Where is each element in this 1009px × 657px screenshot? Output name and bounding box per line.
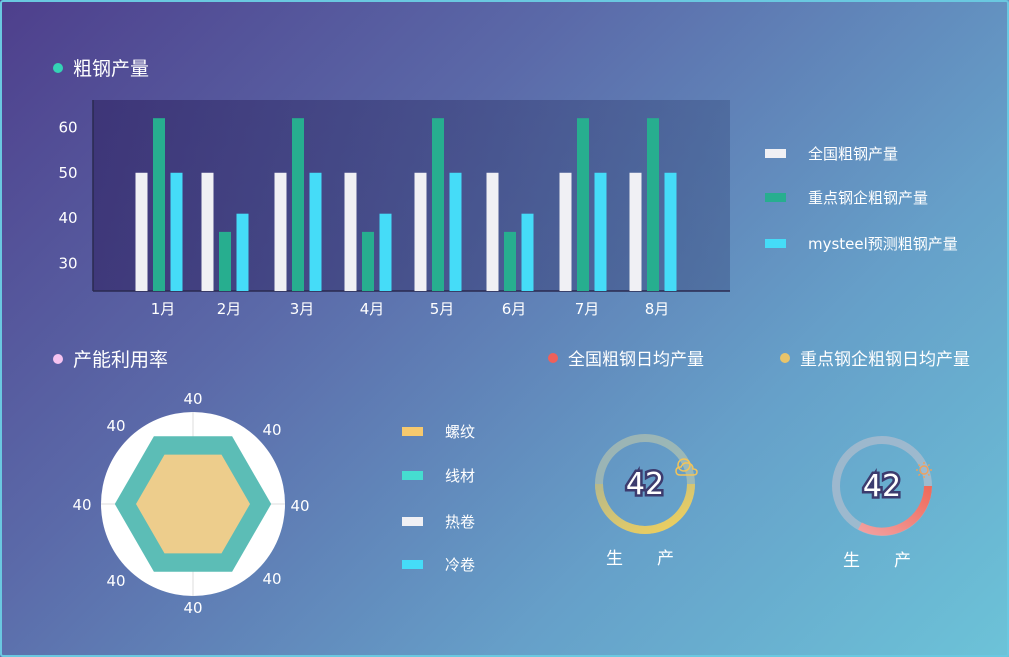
legend-swatch [765, 239, 786, 248]
bar-2 [504, 231, 516, 291]
title-dot-icon [780, 352, 790, 363]
bar-1 [135, 172, 148, 291]
legend-label: 全国粗钢产量 [808, 145, 899, 163]
radar-axis-label: 40 [72, 496, 91, 514]
gauge-2: 42 [832, 436, 932, 536]
x-tick-label: 6月 [502, 300, 527, 318]
legend-swatch [765, 193, 786, 202]
partly-cloudy-icon [675, 458, 698, 476]
gauge-1-value: 42 [626, 467, 664, 502]
bar-2 [362, 231, 374, 291]
bar-legend-item[interactable]: 全国粗钢产量 [765, 143, 898, 164]
radar-legend-item[interactable]: 热卷 [402, 511, 475, 532]
y-tick-label: 40 [58, 209, 77, 227]
bar-1 [629, 172, 642, 291]
bar-1 [274, 172, 287, 291]
bar-3 [236, 213, 249, 291]
bar-1 [201, 172, 214, 291]
gauge-2-arc [858, 485, 932, 536]
bar-2 [577, 118, 589, 291]
legend-label: 冷卷 [445, 556, 476, 574]
bar-2 [292, 118, 304, 291]
gauge-1-arc [595, 483, 695, 534]
x-tick-label: 4月 [360, 300, 385, 318]
gauge-1: 42 [595, 434, 698, 534]
radar-legend-item[interactable]: 冷卷 [402, 554, 475, 575]
radar-legend-item[interactable]: 螺纹 [402, 421, 475, 442]
gauge-1-title: 全国粗钢日均产量 [548, 345, 704, 370]
radar-axis-label: 40 [262, 421, 281, 439]
gauge-1-track [595, 434, 695, 534]
legend-swatch [765, 149, 786, 158]
bar-2 [432, 118, 444, 291]
legend-label: mysteel预测粗钢产量 [808, 235, 958, 253]
bar-3 [594, 172, 607, 291]
bar-legend-item[interactable]: mysteel预测粗钢产量 [765, 233, 958, 254]
gauge-1-label: 生产 [606, 549, 708, 569]
legend-swatch [402, 517, 423, 526]
bar-3 [449, 172, 462, 291]
y-tick-label: 50 [58, 164, 77, 182]
gauge-2-track [832, 436, 932, 536]
gauge-2-value: 42 [863, 469, 901, 504]
legend-label: 重点钢企粗钢产量 [808, 189, 929, 207]
legend-swatch [402, 427, 423, 436]
y-tick-label: 30 [58, 255, 77, 273]
x-tick-label: 7月 [575, 300, 600, 318]
bar-3 [309, 172, 322, 291]
bar-3 [664, 172, 677, 291]
gauge-2-title-text: 重点钢企粗钢日均产量 [800, 350, 970, 370]
bar-chart: 30 40 50 60 1月 2月 3月 4月 5月 6月 7月 8月 [58, 100, 730, 318]
title-dot-icon [53, 353, 63, 364]
x-tick-label: 5月 [430, 300, 455, 318]
radar-axis-label: 40 [183, 599, 202, 617]
radar-axis-label: 40 [290, 497, 309, 515]
x-tick-label: 3月 [290, 300, 315, 318]
bar-3 [170, 172, 183, 291]
radar-axis-label: 40 [106, 572, 125, 590]
bar-2 [219, 231, 231, 291]
bar-3 [521, 213, 534, 291]
legend-label: 线材 [445, 467, 476, 485]
radar-section-title-text: 产能利用率 [73, 349, 169, 371]
sun-icon [916, 462, 932, 478]
radar-axis-label: 40 [183, 390, 202, 408]
x-tick-label: 8月 [645, 300, 670, 318]
radar-section-title: 产能利用率 [53, 345, 168, 372]
bar-2 [647, 118, 659, 291]
x-tick-label: 2月 [217, 300, 242, 318]
bar-1 [559, 172, 572, 291]
bar-2 [153, 118, 165, 291]
legend-swatch [402, 560, 423, 569]
gauge-2-title: 重点钢企粗钢日均产量 [780, 345, 970, 370]
legend-label: 热卷 [445, 513, 476, 531]
bar-legend-item[interactable]: 重点钢企粗钢产量 [765, 187, 928, 208]
title-dot-icon [548, 352, 558, 363]
x-tick-label: 1月 [151, 300, 176, 318]
gauge-2-label: 生产 [843, 551, 945, 571]
legend-label: 螺纹 [445, 423, 476, 441]
bar-1 [414, 172, 427, 291]
bar-1 [344, 172, 357, 291]
bar-3 [379, 213, 392, 291]
y-tick-label: 60 [58, 118, 77, 136]
radar-chart: 40 40 40 40 40 40 40 40 [72, 390, 309, 617]
radar-legend-item[interactable]: 线材 [402, 465, 475, 486]
bar-1 [486, 172, 499, 291]
radar-axis-label: 40 [106, 417, 125, 435]
legend-swatch [402, 471, 423, 480]
gauge-1-title-text: 全国粗钢日均产量 [568, 350, 704, 370]
radar-axis-label: 40 [262, 570, 281, 588]
